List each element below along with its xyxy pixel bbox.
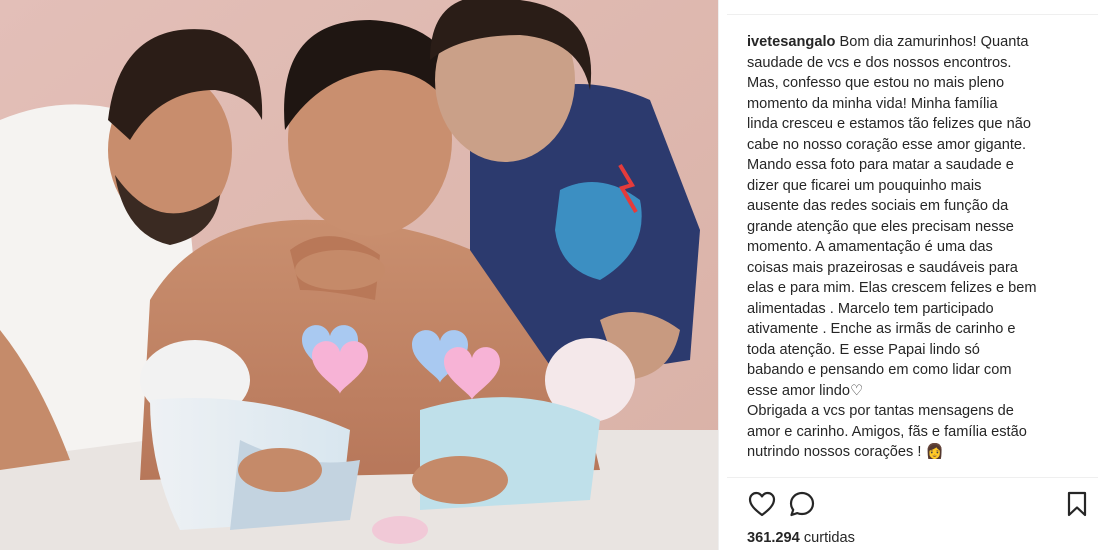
- username-link[interactable]: ivetesangalo: [747, 34, 835, 50]
- likes-number: 361.294: [747, 530, 800, 546]
- action-bar: [747, 490, 1092, 518]
- like-button[interactable]: [747, 490, 777, 518]
- post-photo: [0, 0, 718, 550]
- likes-count[interactable]: 361.294 curtidas: [747, 530, 855, 546]
- instagram-post: ivetesangalo Bom dia zamurinhos! Quanta …: [0, 0, 1110, 550]
- post-caption: ivetesangalo Bom dia zamurinhos! Quanta …: [747, 32, 1077, 474]
- heart-outline-icon: [748, 491, 776, 517]
- family-photo-image: [0, 0, 718, 550]
- actions-divider: [727, 477, 1098, 478]
- comment-button[interactable]: [787, 490, 817, 518]
- comment-bubble-icon: [789, 491, 815, 517]
- bookmark-icon: [1067, 491, 1087, 517]
- top-divider: [727, 14, 1098, 15]
- save-button[interactable]: [1062, 490, 1092, 518]
- likes-label: curtidas: [803, 530, 855, 546]
- post-side-panel: ivetesangalo Bom dia zamurinhos! Quanta …: [718, 0, 1110, 550]
- caption-text: Bom dia zamurinhos! Quanta saudade de vc…: [747, 34, 1037, 460]
